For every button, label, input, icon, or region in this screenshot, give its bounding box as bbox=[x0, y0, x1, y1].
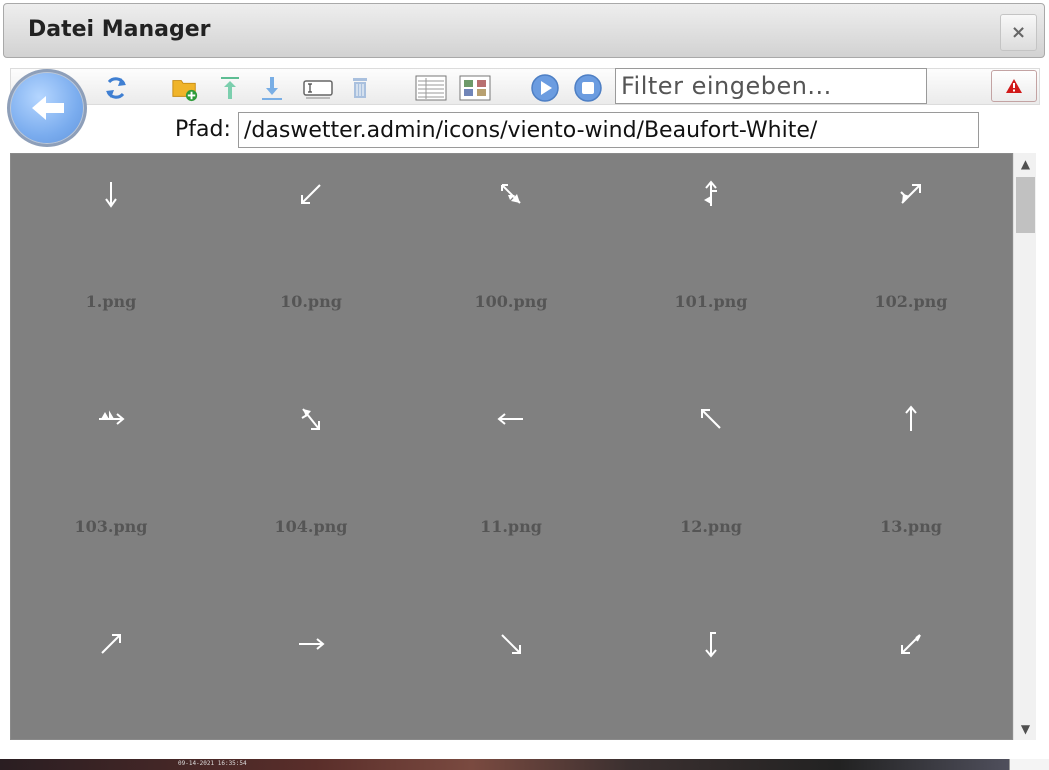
rename-icon bbox=[303, 80, 333, 99]
wind-barb-right-icon bbox=[11, 399, 211, 439]
dialog-title: Datei Manager bbox=[28, 17, 211, 42]
scroll-thumb[interactable] bbox=[1016, 177, 1035, 233]
file-name: 102.png bbox=[874, 292, 948, 311]
list-view-icon bbox=[415, 75, 447, 101]
file-name: 13.png bbox=[880, 517, 942, 536]
grid-view-button[interactable] bbox=[458, 74, 492, 102]
arrow-down-icon bbox=[11, 174, 211, 214]
file-item[interactable]: 11.png bbox=[411, 351, 611, 551]
file-name: 10.png bbox=[280, 292, 342, 311]
scrollbar[interactable]: ▲ ▼ bbox=[1013, 153, 1036, 740]
file-item[interactable]: 102.png bbox=[811, 154, 1011, 326]
path-input[interactable] bbox=[238, 112, 979, 148]
background-box bbox=[1009, 759, 1049, 770]
scroll-up-arrow-icon[interactable]: ▲ bbox=[1014, 153, 1037, 175]
file-item[interactable] bbox=[11, 576, 211, 739]
arrow-down-right-icon bbox=[411, 624, 611, 664]
back-button[interactable] bbox=[7, 69, 87, 147]
wind-barb-down-icon bbox=[611, 624, 811, 664]
arrow-right-icon bbox=[211, 624, 411, 664]
file-item[interactable]: 12.png bbox=[611, 351, 811, 551]
warning-icon bbox=[1006, 79, 1022, 93]
file-item[interactable]: 101.png bbox=[611, 154, 811, 326]
file-manager-dialog: Datei Manager × Filter eingeben... Pfad:… bbox=[0, 0, 1049, 750]
background-timestamp: 09-14-2021 16:35:54 bbox=[178, 760, 247, 767]
file-name: 1.png bbox=[85, 292, 137, 311]
play-button[interactable] bbox=[530, 73, 560, 103]
file-item[interactable] bbox=[411, 576, 611, 739]
path-label: Pfad: bbox=[175, 117, 231, 142]
file-name: 103.png bbox=[74, 517, 148, 536]
new-folder-icon bbox=[172, 80, 198, 102]
file-name: 100.png bbox=[474, 292, 548, 311]
file-name: 12.png bbox=[680, 517, 742, 536]
dialog-titlebar[interactable]: Datei Manager × bbox=[3, 3, 1045, 58]
file-item[interactable]: 10.png bbox=[211, 154, 411, 326]
filter-input[interactable] bbox=[615, 68, 927, 104]
arrow-up-right-icon bbox=[11, 624, 211, 664]
new-folder-button[interactable] bbox=[171, 74, 199, 102]
file-name: 104.png bbox=[274, 517, 348, 536]
delete-button[interactable] bbox=[346, 74, 374, 102]
grid-view-icon bbox=[459, 75, 491, 101]
file-item[interactable]: 100.png bbox=[411, 154, 611, 326]
wind-barb-se-icon bbox=[411, 174, 611, 214]
list-view-button[interactable] bbox=[414, 74, 448, 102]
close-button[interactable]: × bbox=[1000, 14, 1037, 51]
refresh-icon bbox=[106, 77, 126, 99]
download-button[interactable] bbox=[258, 74, 286, 102]
warning-button[interactable] bbox=[991, 70, 1037, 102]
file-item[interactable]: 1.png bbox=[11, 154, 211, 326]
upload-icon bbox=[221, 77, 239, 99]
wind-barb-sw-icon bbox=[211, 399, 411, 439]
file-name: 11.png bbox=[480, 517, 542, 536]
file-grid: 1.png 10.png 100.png 101.png 102.png 103.png 1… bbox=[10, 153, 1013, 740]
file-item[interactable]: 13.png bbox=[811, 351, 1011, 551]
wind-barb-ne-icon bbox=[811, 174, 1011, 214]
stop-icon bbox=[574, 74, 602, 102]
upload-button[interactable] bbox=[216, 74, 244, 102]
file-item[interactable]: 103.png bbox=[11, 351, 211, 551]
file-item[interactable] bbox=[611, 576, 811, 739]
refresh-button[interactable] bbox=[102, 74, 130, 102]
download-icon bbox=[262, 77, 282, 100]
rename-button[interactable] bbox=[302, 74, 334, 102]
arrow-left-icon bbox=[32, 96, 64, 120]
background-strip: 09-14-2021 16:35:54 bbox=[0, 759, 1049, 770]
wind-barb-up-icon bbox=[611, 174, 811, 214]
trash-icon bbox=[353, 78, 367, 98]
stop-button[interactable] bbox=[573, 73, 603, 103]
wind-barb-sw2-icon bbox=[811, 624, 1011, 664]
arrow-up-left-icon bbox=[611, 399, 811, 439]
arrow-down-left-icon bbox=[211, 174, 411, 214]
arrow-left-icon bbox=[411, 399, 611, 439]
file-item[interactable]: 104.png bbox=[211, 351, 411, 551]
arrow-up-icon bbox=[811, 399, 1011, 439]
file-name: 101.png bbox=[674, 292, 748, 311]
file-item[interactable] bbox=[211, 576, 411, 739]
play-icon bbox=[531, 74, 559, 102]
file-item[interactable] bbox=[811, 576, 1011, 739]
scroll-down-arrow-icon[interactable]: ▼ bbox=[1014, 718, 1037, 740]
